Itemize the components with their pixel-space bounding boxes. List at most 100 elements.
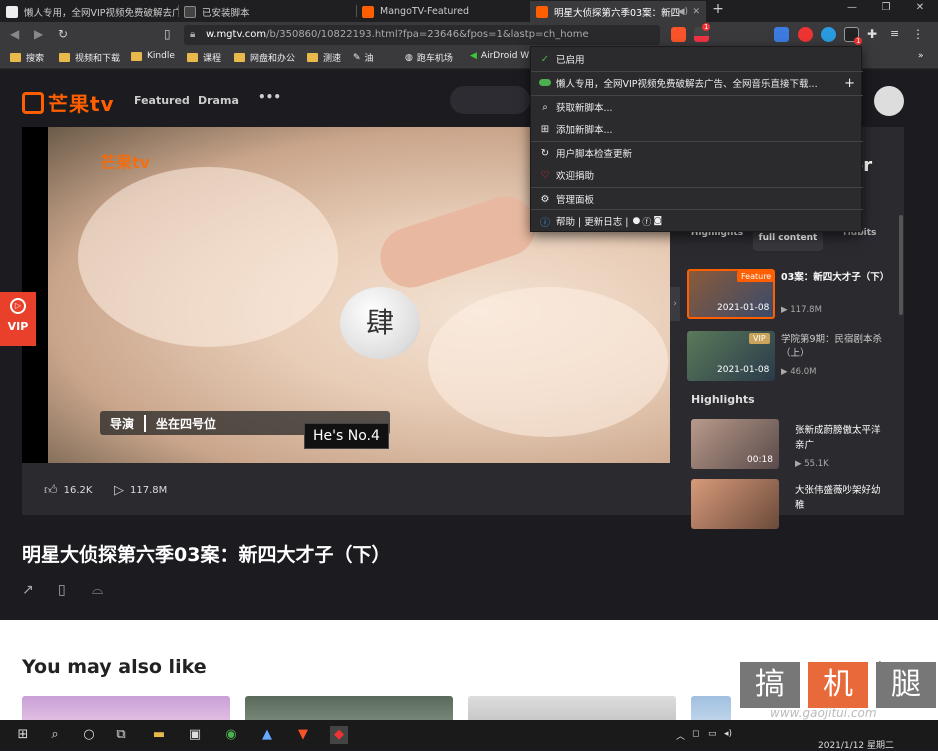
bookmark-link[interactable]: ✎ 油	[353, 51, 374, 65]
address-bar[interactable]: 🔒︎ w.mgtv.com/b/350860/10822193.html?fpa=…	[184, 25, 660, 45]
tampermonkey-icon[interactable]: 1	[844, 27, 863, 45]
phone-icon[interactable]: ▯	[58, 582, 66, 598]
menu-donate[interactable]: ♡ 欢迎捐助	[531, 164, 863, 186]
share-icon[interactable]: ↗	[22, 582, 34, 598]
episode-item[interactable]: VIP 2021-01-08 学院第9期：民宿剧本杀（上） ▶ 46.0M	[687, 331, 897, 383]
task-view-icon[interactable]: ⧉	[112, 726, 130, 744]
windows-start-icon[interactable]: ⊞	[14, 726, 32, 744]
vip-side-badge[interactable]: ▷ VIP	[0, 292, 36, 346]
menu-label: 帮助 | 更新日志 |	[556, 217, 629, 228]
tray-icon[interactable]: ◻	[692, 729, 699, 739]
menu-help[interactable]: ⓘ 帮助 | 更新日志 | ● ⓕ ◙	[531, 210, 863, 232]
file-explorer-icon[interactable]: ▬	[150, 726, 168, 744]
episode-views: ▶ 46.0M	[781, 367, 817, 377]
sidebar-scrollbar[interactable]	[899, 215, 903, 315]
bookmarks-overflow-icon[interactable]: »	[918, 51, 924, 61]
menu-get-new-script[interactable]: ⌕ 获取新脚本...	[531, 96, 863, 118]
tab-title: MangoTV-Featured	[380, 6, 469, 17]
brave-icon[interactable]: ▼	[294, 726, 312, 744]
close-icon[interactable]: ✕	[692, 7, 700, 17]
tab-4-active[interactable]: 明星大侦探第六季03案：新四 ◀) ✕	[530, 1, 706, 22]
restore-icon[interactable]: ❐	[874, 2, 898, 13]
translate-icon[interactable]	[774, 27, 789, 42]
watermark-char: 搞	[740, 662, 800, 708]
bookmark-folder[interactable]: 视频和下载	[59, 51, 120, 64]
search-icon[interactable]: ⌕	[46, 726, 64, 744]
app-active-icon[interactable]: ◆	[330, 726, 348, 744]
tab-title: 已安装脚本	[202, 7, 250, 19]
tab-bar: 懒人专用，全网VIP视频免费破解去广 已安装脚本 MangoTV-Feature…	[0, 0, 938, 22]
menu-enabled[interactable]: ✓ 已启用	[531, 48, 863, 70]
extension-blue-icon[interactable]	[821, 27, 836, 42]
nav-more-icon[interactable]: •••	[258, 90, 281, 104]
site-watermark: 搞 机 腿 www.gaojitui.com	[740, 662, 936, 720]
highlight-item[interactable]: 大张伟盛薇吵架好幼稚	[691, 479, 901, 531]
bookmark-folder[interactable]: 搜索	[10, 51, 44, 64]
cap-icon[interactable]: ⌓	[92, 582, 103, 598]
bookmark-folder[interactable]: 网盘和办公	[234, 51, 295, 64]
menu-add-new-script[interactable]: ⊞ 添加新脚本...	[531, 118, 863, 140]
bookmark-link[interactable]: ◍ 跑车机场	[405, 51, 453, 65]
bookmark-icon[interactable]: ▯	[164, 27, 171, 41]
play-stat: ▷ 117.8M	[114, 483, 167, 498]
store-icon[interactable]: ▣	[186, 726, 204, 744]
recommend-card[interactable]	[468, 696, 676, 720]
like-stat[interactable]: 👍︎ 16.2K	[44, 483, 92, 498]
cortana-icon[interactable]: ○	[80, 726, 98, 744]
also-like-heading: You may also like	[22, 656, 207, 678]
highlight-item[interactable]: 00:18 张新成蔚膀傲太平洋亲广 ▶ 55.1K	[691, 419, 901, 471]
menu-script-item[interactable]: 懒人专用，全网VIP视频免费破解去广告、全网音乐直接下载... +	[531, 72, 863, 94]
episode-date: 2021-01-08	[717, 365, 770, 375]
expand-plus-icon[interactable]: +	[844, 76, 855, 91]
episode-item[interactable]: Feature 2021-01-08 03案：新四大才子（下） ▶ 117.8M	[687, 269, 897, 321]
clock-date[interactable]: 2021/1/12 星期二	[818, 738, 894, 751]
extensions-puzzle-icon[interactable]: ✚	[867, 27, 882, 42]
bookmark-folder[interactable]: 课程	[187, 51, 221, 64]
notification-badge: 1	[702, 23, 711, 31]
minimize-icon[interactable]: —	[840, 2, 864, 13]
search-input[interactable]	[450, 86, 530, 114]
bookmark-link[interactable]: ◀ AirDroid W	[470, 51, 529, 61]
menu-dashboard[interactable]: ⚙ 管理面板	[531, 188, 863, 210]
nav-featured[interactable]: Featured	[134, 94, 190, 107]
nav-drama[interactable]: Drama	[198, 94, 239, 107]
bookmark-folder[interactable]: Kindle	[131, 51, 175, 61]
tab-1[interactable]: 懒人专用，全网VIP视频免费破解去广	[0, 1, 178, 22]
reload-icon[interactable]: ↻	[58, 27, 68, 41]
avatar[interactable]	[874, 86, 904, 116]
recommend-card[interactable]	[22, 696, 230, 720]
audio-icon[interactable]: ◀)	[678, 7, 688, 17]
refresh-icon: ↻	[540, 147, 550, 159]
facebook-icon[interactable]: ⓕ	[642, 215, 651, 228]
recommend-card[interactable]	[691, 696, 731, 720]
recommend-card[interactable]	[245, 696, 453, 720]
new-tab-button[interactable]: +	[706, 1, 730, 17]
folder-icon	[10, 53, 21, 62]
close-window-icon[interactable]: ✕	[908, 2, 932, 13]
tray-up-icon[interactable]: ︿	[676, 729, 685, 742]
notification-badge: 1	[854, 37, 863, 45]
instagram-icon[interactable]: ◙	[653, 216, 662, 226]
site-logo[interactable]: 芒果tv	[22, 88, 115, 117]
menu-icon[interactable]: ⋮	[912, 27, 927, 42]
address-domain: w.mgtv.com	[206, 29, 267, 40]
brave-rewards-icon[interactable]: 1	[694, 23, 711, 42]
app-icon[interactable]: ▲	[258, 726, 276, 744]
bookmark-folder[interactable]: 测速	[307, 51, 341, 64]
back-icon[interactable]: ◀	[10, 27, 19, 41]
menu-label: 管理面板	[556, 195, 595, 206]
highlight-duration: 00:18	[747, 455, 773, 465]
reading-list-icon[interactable]: ≡	[890, 27, 905, 42]
extension-red-icon[interactable]	[798, 27, 813, 42]
forward-icon[interactable]: ▶	[34, 27, 43, 41]
tab-2[interactable]: 已安装脚本	[178, 1, 356, 22]
menu-check-updates[interactable]: ↻ 用户脚本检查更新	[531, 142, 863, 164]
tab-3[interactable]: MangoTV-Featured	[356, 1, 530, 22]
chrome-icon[interactable]: ◉	[222, 726, 240, 744]
brave-shield-icon[interactable]	[671, 27, 686, 42]
search-icon: ⌕	[542, 101, 548, 113]
network-icon[interactable]: ▭	[708, 729, 717, 739]
volume-icon[interactable]: ◂)	[724, 729, 732, 739]
gear-icon: ⚙	[540, 193, 550, 205]
github-icon[interactable]: ●	[632, 216, 640, 226]
